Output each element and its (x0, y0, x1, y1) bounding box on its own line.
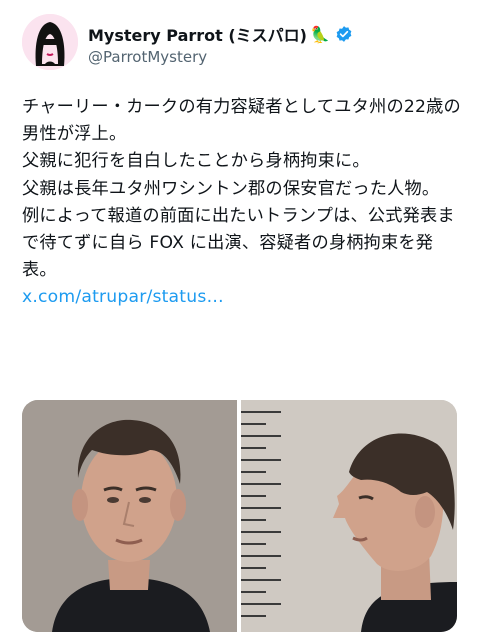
mugshot-front-image[interactable] (22, 400, 237, 632)
display-name-row[interactable]: Mystery Parrot (ミスパロ) 🦜 (88, 22, 353, 46)
mugshot-profile-image[interactable] (241, 400, 457, 632)
avatar-illustration (22, 14, 78, 70)
tweet-paragraph: チャーリー・カークの有力容疑者としてユタ州の22歳の男性が浮上。 (22, 97, 461, 145)
tweet-paragraph: 例によって報道の前面に出たいトランプは、公式発表まで待てずに自ら FOX に出演… (22, 205, 455, 281)
tweet-paragraph: 父親に犯行を自白したことから身柄拘束に。 (22, 151, 370, 172)
mugshot-profile-illustration (241, 400, 457, 632)
tweet-header: Mystery Parrot (ミスパロ) 🦜 @ParrotMystery (22, 12, 464, 76)
tweet-paragraph: 父親は長年ユタ州ワシントン郡の保安官だった人物。 (22, 178, 440, 199)
tweet-link[interactable]: x.com/atrupar/status… (22, 287, 224, 307)
account-handle[interactable]: @ParrotMystery (88, 48, 207, 66)
tweet-text: チャーリー・カークの有力容疑者としてユタ州の22歳の男性が浮上。 父親に犯行を自… (22, 94, 462, 312)
verified-badge-icon (336, 26, 352, 42)
avatar[interactable] (22, 14, 78, 70)
parrot-emoji: 🦜 (309, 24, 330, 44)
mugshot-front-illustration (22, 400, 237, 632)
display-name[interactable]: Mystery Parrot (ミスパロ) (88, 22, 307, 46)
tweet-media[interactable] (22, 400, 457, 632)
